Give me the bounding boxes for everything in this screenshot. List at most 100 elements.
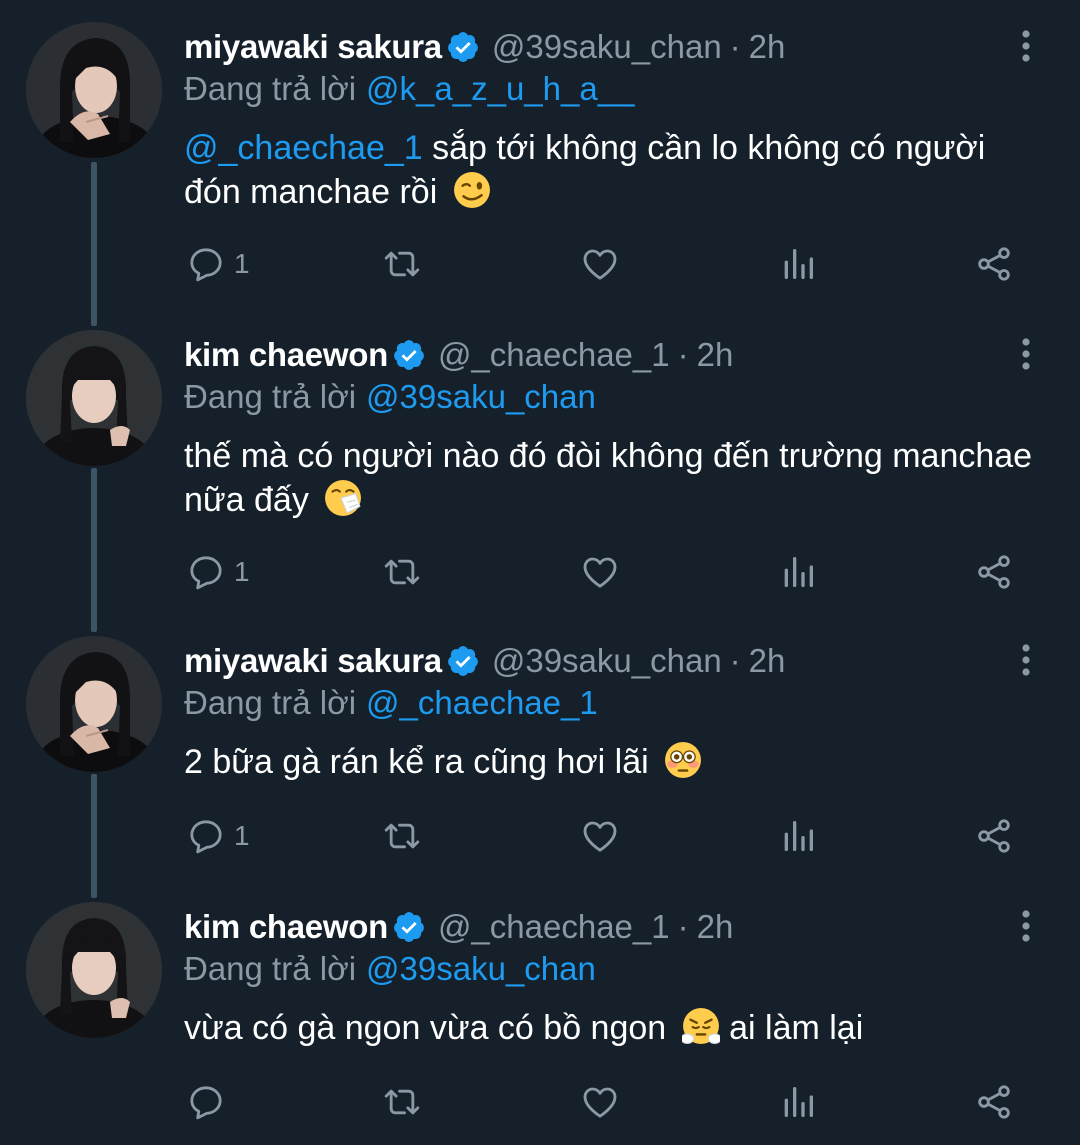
heart-icon <box>583 821 617 852</box>
retweet-button[interactable] <box>382 1080 422 1124</box>
tweet[interactable]: miyawaki sakura @39saku_chan · 2h Đang t… <box>0 614 1080 884</box>
display-name[interactable]: miyawaki sakura <box>184 642 442 680</box>
reply-button[interactable]: 1 <box>186 814 250 858</box>
retweet-button[interactable] <box>382 242 422 286</box>
share-button[interactable] <box>974 550 1014 594</box>
reply-button[interactable]: 1 <box>186 550 250 594</box>
tweet-header: miyawaki sakura @39saku_chan · 2h <box>184 24 785 70</box>
tweet[interactable]: kim chaewon @_chaechae_1 · 2h Đang trả l… <box>0 880 1080 1145</box>
avatar[interactable] <box>26 22 162 158</box>
replying-mention[interactable]: @39saku_chan <box>366 950 596 987</box>
share-button[interactable] <box>974 1080 1014 1124</box>
heart-icon <box>583 249 617 280</box>
handle[interactable]: @_chaechae_1 <box>438 908 670 946</box>
share-button[interactable] <box>974 814 1014 858</box>
handle[interactable]: @39saku_chan <box>492 28 722 66</box>
text-mention[interactable]: @_chaechae_1 <box>184 129 423 167</box>
reply-count: 1 <box>234 248 250 279</box>
retweet-icon <box>384 823 420 849</box>
face-with-steam-from-nose-emoji <box>681 1008 720 1044</box>
more-vertical-icon[interactable] <box>1014 28 1038 64</box>
display-name[interactable]: kim chaewon <box>184 336 388 374</box>
verified-badge-icon <box>394 912 424 942</box>
reply-button[interactable]: 1 <box>186 242 250 286</box>
analytics-icon <box>784 1087 813 1117</box>
views-button[interactable] <box>778 242 818 286</box>
retweet-icon <box>384 251 420 277</box>
tweet-text: vừa có gà ngon vừa có bồ ngon ai làm lại <box>184 1006 1044 1050</box>
more-vertical-icon[interactable] <box>1014 908 1038 944</box>
timestamp[interactable]: 2h <box>749 642 786 680</box>
retweet-icon <box>384 1089 420 1115</box>
replying-to: Đang trả lời @_chaechae_1 <box>184 684 598 722</box>
views-button[interactable] <box>778 1080 818 1124</box>
like-button[interactable] <box>580 550 620 594</box>
views-button[interactable] <box>778 814 818 858</box>
heart-icon <box>583 1087 617 1118</box>
heart-icon <box>583 557 617 588</box>
winking-face-emoji <box>453 172 490 208</box>
analytics-icon <box>784 249 813 279</box>
like-button[interactable] <box>580 814 620 858</box>
tweet-actions: 1 <box>184 550 1024 594</box>
avatar[interactable] <box>26 636 162 772</box>
reply-icon <box>190 1086 222 1120</box>
replying-mention[interactable]: @_chaechae_1 <box>366 684 598 721</box>
share-icon <box>978 247 1010 281</box>
reply-icon <box>190 248 222 282</box>
text-content: thế mà có người nào đó đòi không đến trư… <box>184 437 1033 519</box>
share-icon <box>978 555 1010 589</box>
replying-label: Đang trả lời <box>184 70 357 107</box>
more-vertical-icon[interactable] <box>1014 336 1038 372</box>
separator: · <box>729 28 741 65</box>
tweet[interactable]: kim chaewon @_chaechae_1 · 2h Đang trả l… <box>0 308 1080 616</box>
replying-mention[interactable]: @k_a_z_u_h_a__ <box>366 70 634 107</box>
replying-label: Đang trả lời <box>184 950 357 987</box>
replying-mention[interactable]: @39saku_chan <box>366 378 596 415</box>
analytics-icon <box>784 557 813 587</box>
tweet-text: 2 bữa gà rán kể ra cũng hơi lãi <box>184 740 1044 784</box>
tweet-text: thế mà có người nào đó đòi không đến trư… <box>184 434 1044 522</box>
avatar[interactable] <box>26 330 162 466</box>
reply-button[interactable] <box>186 1080 234 1124</box>
retweet-icon <box>384 559 420 585</box>
tweet-text: @_chaechae_1 sắp tới không cần lo không … <box>184 126 1044 214</box>
verified-badge-icon <box>447 646 478 676</box>
views-button[interactable] <box>778 550 818 594</box>
timestamp[interactable]: 2h <box>749 28 786 66</box>
share-button[interactable] <box>974 242 1014 286</box>
handle[interactable]: @39saku_chan <box>492 642 722 680</box>
sneezing-face-emoji <box>325 480 362 516</box>
text-content: 2 bữa gà rán kể ra cũng hơi lãi <box>184 743 649 781</box>
timestamp[interactable]: 2h <box>697 336 734 374</box>
reply-count: 1 <box>234 820 250 851</box>
flushed-face-emoji <box>665 742 702 778</box>
replying-to: Đang trả lời @39saku_chan <box>184 378 596 416</box>
replying-label: Đang trả lời <box>184 378 357 415</box>
tweet[interactable]: miyawaki sakura @39saku_chan · 2h Đang t… <box>0 0 1080 310</box>
avatar[interactable] <box>26 902 162 1038</box>
like-button[interactable] <box>580 1080 620 1124</box>
replying-to: Đang trả lời @39saku_chan <box>184 950 596 988</box>
more-vertical-icon[interactable] <box>1014 642 1038 678</box>
verified-badge-icon <box>394 340 424 370</box>
text-content-after-emoji: ai làm lại <box>719 1009 864 1047</box>
retweet-button[interactable] <box>382 550 422 594</box>
separator: · <box>677 336 689 373</box>
tweet-header: kim chaewon @_chaechae_1 · 2h <box>184 332 733 378</box>
share-icon <box>978 1085 1010 1119</box>
tweet-actions: 1 <box>184 814 1024 858</box>
display-name[interactable]: kim chaewon <box>184 908 388 946</box>
replying-to: Đang trả lời @k_a_z_u_h_a__ <box>184 70 634 108</box>
share-icon <box>978 819 1010 853</box>
separator: · <box>729 642 741 679</box>
reply-count: 1 <box>234 556 250 587</box>
display-name[interactable]: miyawaki sakura <box>184 28 442 66</box>
handle[interactable]: @_chaechae_1 <box>438 336 670 374</box>
reply-icon <box>190 820 222 854</box>
tweet-header: miyawaki sakura @39saku_chan · 2h <box>184 638 785 684</box>
reply-icon <box>190 556 222 590</box>
retweet-button[interactable] <box>382 814 422 858</box>
timestamp[interactable]: 2h <box>697 908 734 946</box>
like-button[interactable] <box>580 242 620 286</box>
